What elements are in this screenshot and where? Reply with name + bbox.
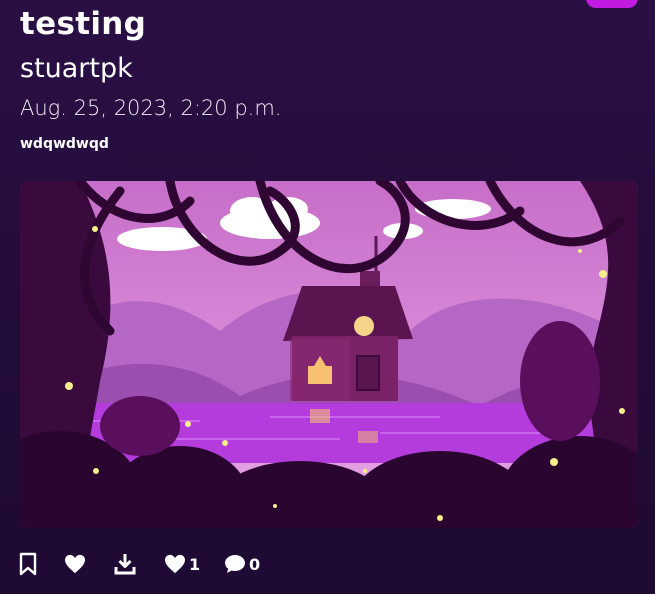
likes-count: 1 <box>189 554 201 574</box>
top-accent-button[interactable] <box>586 0 638 8</box>
post-description: wdqwdwqd <box>20 136 109 152</box>
heart-icon <box>65 554 85 574</box>
bookmark-button[interactable] <box>18 552 38 576</box>
comments-button[interactable]: 0 <box>224 552 260 576</box>
heart-icon <box>165 554 185 574</box>
download-button[interactable] <box>114 552 136 576</box>
bookmark-icon <box>19 552 37 576</box>
post-title: testing <box>20 6 147 42</box>
likes-button[interactable]: 1 <box>164 552 200 576</box>
comment-icon <box>225 555 245 573</box>
cottage-illustration <box>20 181 638 528</box>
post-date: Aug. 25, 2023, 2:20 p.m. <box>20 96 282 120</box>
comments-count: 0 <box>249 554 261 574</box>
post-author[interactable]: stuartpk <box>20 53 133 84</box>
post-image[interactable] <box>20 181 638 528</box>
download-icon <box>114 554 136 575</box>
favorite-button[interactable] <box>64 552 86 576</box>
